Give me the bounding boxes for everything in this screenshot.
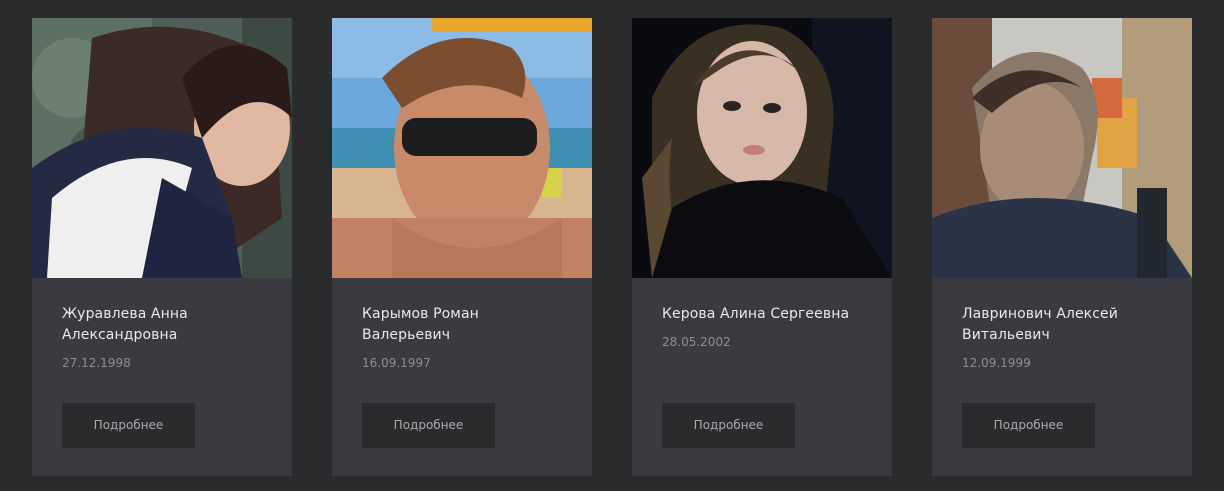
person-card: Керова Алина Сергеевна 28.05.2002 Подроб… — [632, 18, 892, 476]
people-grid: Журавлева Анна Александровна 27.12.1998 … — [0, 0, 1224, 491]
person-card: Карымов Роман Валерьевич 16.09.1997 Подр… — [332, 18, 592, 476]
person-info: Журавлева Анна Александровна 27.12.1998 — [32, 278, 292, 371]
person-name[interactable]: Карымов Роман Валерьевич — [362, 304, 562, 346]
person-date: 27.12.1998 — [62, 356, 131, 370]
person-card: Журавлева Анна Александровна 27.12.1998 … — [32, 18, 292, 476]
person-photo[interactable] — [932, 18, 1192, 278]
more-button[interactable]: Подробнее — [362, 403, 495, 448]
person-date: 28.05.2002 — [662, 335, 731, 349]
person-date: 16.09.1997 — [362, 356, 431, 370]
person-date: 12.09.1999 — [962, 356, 1031, 370]
person-name[interactable]: Лавринович Алексей Витальевич — [962, 304, 1162, 346]
more-button[interactable]: Подробнее — [62, 403, 195, 448]
person-name[interactable]: Керова Алина Сергеевна — [662, 304, 862, 325]
person-photo[interactable] — [332, 18, 592, 278]
more-button[interactable]: Подробнее — [962, 403, 1095, 448]
person-photo[interactable] — [32, 18, 292, 278]
person-card: Лавринович Алексей Витальевич 12.09.1999… — [932, 18, 1192, 476]
person-info: Керова Алина Сергеевна 28.05.2002 — [632, 278, 892, 350]
person-info: Лавринович Алексей Витальевич 12.09.1999 — [932, 278, 1192, 371]
person-info: Карымов Роман Валерьевич 16.09.1997 — [332, 278, 592, 371]
person-photo[interactable] — [632, 18, 892, 278]
person-name[interactable]: Журавлева Анна Александровна — [62, 304, 262, 346]
more-button[interactable]: Подробнее — [662, 403, 795, 448]
